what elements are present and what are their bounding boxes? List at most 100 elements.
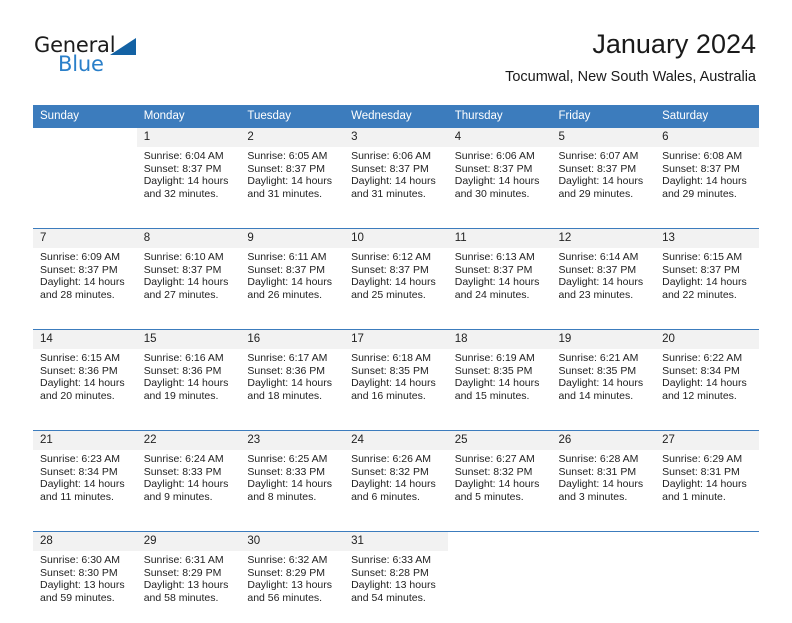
day-cell: Sunrise: 6:16 AM Sunset: 8:36 PM Dayligh… — [136, 349, 241, 421]
day-number[interactable]: 28 — [33, 531, 137, 551]
sunrise-text: Sunrise: 6:17 AM — [247, 352, 328, 364]
sunset-text: Sunset: 8:37 PM — [558, 162, 637, 175]
sunrise-text: Sunrise: 6:31 AM — [143, 554, 224, 566]
day-number[interactable]: 19 — [551, 329, 656, 349]
day-number[interactable]: 20 — [655, 329, 759, 349]
daylight-text-line2: and 8 minutes. — [247, 490, 317, 503]
day-cell: Sunrise: 6:31 AM Sunset: 8:29 PM Dayligh… — [136, 551, 241, 623]
daylight-text-line2: and 32 minutes. — [143, 187, 219, 200]
week-separator-line — [33, 522, 759, 532]
day-number[interactable]: 21 — [33, 430, 137, 450]
day-number[interactable]: 27 — [655, 430, 759, 450]
day-number[interactable]: 8 — [136, 228, 241, 248]
day-number[interactable]: 12 — [551, 228, 656, 248]
sunrise-text: Sunrise: 6:07 AM — [558, 150, 639, 162]
week-separator — [33, 219, 759, 229]
day-number[interactable]: 4 — [447, 128, 552, 147]
sunrise-text: Sunrise: 6:22 AM — [662, 352, 743, 364]
day-number[interactable]: 30 — [240, 531, 345, 551]
daylight-text-line1: Daylight: 14 hours — [558, 276, 644, 289]
sunrise-text: Sunrise: 6:15 AM — [40, 352, 120, 364]
sunrise-text: Sunrise: 6:09 AM — [40, 251, 120, 263]
page-subtitle: Tocumwal, New South Wales, Australia — [505, 69, 756, 85]
daylight-text-line1: Daylight: 14 hours — [351, 377, 436, 390]
sunset-text: Sunset: 8:29 PM — [247, 566, 326, 579]
day-number[interactable]: 17 — [344, 329, 448, 349]
day-number[interactable]: 6 — [655, 128, 759, 147]
sunrise-text: Sunrise: 6:15 AM — [662, 251, 743, 263]
day-number[interactable]: 15 — [136, 329, 241, 349]
day-cell: Sunrise: 6:33 AM Sunset: 8:28 PM Dayligh… — [344, 551, 448, 623]
sunrise-text: Sunrise: 6:14 AM — [558, 251, 639, 263]
day-number[interactable]: 31 — [344, 531, 448, 551]
sunset-text: Sunset: 8:36 PM — [247, 364, 326, 377]
sunrise-text: Sunrise: 6:33 AM — [351, 554, 432, 566]
day-number — [447, 531, 552, 551]
day-number[interactable]: 13 — [655, 228, 759, 248]
sunset-text: Sunset: 8:34 PM — [40, 465, 118, 478]
day-cell: Sunrise: 6:23 AM Sunset: 8:34 PM Dayligh… — [33, 450, 137, 522]
day-cell: Sunrise: 6:11 AM Sunset: 8:37 PM Dayligh… — [240, 248, 345, 320]
day-number[interactable]: 23 — [240, 430, 345, 450]
day-number[interactable]: 16 — [240, 329, 345, 349]
sunrise-text: Sunrise: 6:28 AM — [558, 453, 639, 465]
week-separator — [33, 421, 759, 431]
day-number[interactable]: 18 — [447, 329, 552, 349]
day-cell: Sunrise: 6:06 AM Sunset: 8:37 PM Dayligh… — [344, 147, 448, 219]
sunrise-text: Sunrise: 6:27 AM — [454, 453, 535, 465]
daylight-text-line2: and 31 minutes. — [247, 187, 323, 200]
sunset-text: Sunset: 8:35 PM — [454, 364, 533, 377]
daylight-text-line1: Daylight: 14 hours — [143, 377, 229, 390]
daylight-text-line2: and 11 minutes. — [40, 490, 114, 503]
day-cell — [655, 551, 759, 623]
day-number[interactable]: 25 — [447, 430, 552, 450]
sunset-text: Sunset: 8:33 PM — [143, 465, 222, 478]
day-cell: Sunrise: 6:28 AM Sunset: 8:31 PM Dayligh… — [551, 450, 656, 522]
day-cell: Sunrise: 6:07 AM Sunset: 8:37 PM Dayligh… — [551, 147, 656, 219]
day-detail-row: Sunrise: 6:15 AM Sunset: 8:36 PM Dayligh… — [33, 349, 759, 421]
day-number[interactable]: 9 — [240, 228, 345, 248]
day-cell: Sunrise: 6:21 AM Sunset: 8:35 PM Dayligh… — [551, 349, 656, 421]
day-cell — [33, 147, 137, 219]
day-cell: Sunrise: 6:14 AM Sunset: 8:37 PM Dayligh… — [551, 248, 656, 320]
daylight-text-line1: Daylight: 14 hours — [247, 175, 333, 188]
page-header: General Blue January 2024 Tocumwal, New … — [0, 0, 792, 104]
daylight-text-line2: and 58 minutes. — [143, 591, 219, 604]
sunset-text: Sunset: 8:37 PM — [662, 162, 740, 175]
day-number[interactable]: 10 — [344, 228, 448, 248]
sunset-text: Sunset: 8:31 PM — [662, 465, 740, 478]
sunset-text: Sunset: 8:37 PM — [40, 263, 118, 276]
day-number[interactable]: 5 — [551, 128, 656, 147]
daynum-row: 1 2 3 4 5 6 — [33, 128, 759, 147]
sunset-text: Sunset: 8:36 PM — [143, 364, 222, 377]
day-number[interactable]: 3 — [344, 128, 448, 147]
day-number — [655, 531, 759, 551]
day-number[interactable]: 29 — [136, 531, 241, 551]
day-number[interactable]: 24 — [344, 430, 448, 450]
calendar-body: 1 2 3 4 5 6 Sunrise: 6:04 AM Sunset: 8:3… — [33, 128, 759, 623]
day-number[interactable]: 22 — [136, 430, 241, 450]
day-number[interactable]: 26 — [551, 430, 656, 450]
day-number — [33, 128, 137, 147]
daylight-text-line2: and 14 minutes. — [558, 389, 634, 402]
daylight-text-line1: Daylight: 14 hours — [40, 478, 125, 491]
title-block: January 2024 Tocumwal, New South Wales, … — [505, 28, 756, 86]
day-number[interactable]: 2 — [240, 128, 345, 147]
calendar-grid: Sunday Monday Tuesday Wednesday Thursday… — [33, 105, 759, 623]
day-number[interactable]: 7 — [33, 228, 137, 248]
day-cell: Sunrise: 6:05 AM Sunset: 8:37 PM Dayligh… — [240, 147, 345, 219]
sunrise-text: Sunrise: 6:24 AM — [143, 453, 224, 465]
sunrise-text: Sunrise: 6:18 AM — [351, 352, 432, 364]
week-separator — [33, 320, 759, 330]
day-number[interactable]: 11 — [447, 228, 552, 248]
daylight-text-line2: and 28 minutes. — [40, 288, 115, 301]
day-number[interactable]: 1 — [136, 128, 241, 147]
day-cell: Sunrise: 6:29 AM Sunset: 8:31 PM Dayligh… — [655, 450, 759, 522]
day-detail-row: Sunrise: 6:30 AM Sunset: 8:30 PM Dayligh… — [33, 551, 759, 623]
day-cell: Sunrise: 6:17 AM Sunset: 8:36 PM Dayligh… — [240, 349, 345, 421]
sunrise-text: Sunrise: 6:26 AM — [351, 453, 432, 465]
sunrise-text: Sunrise: 6:11 AM — [247, 251, 327, 263]
daylight-text-line1: Daylight: 14 hours — [247, 377, 333, 390]
daynum-row: 14 15 16 17 18 19 20 — [33, 329, 759, 349]
day-number[interactable]: 14 — [33, 329, 137, 349]
